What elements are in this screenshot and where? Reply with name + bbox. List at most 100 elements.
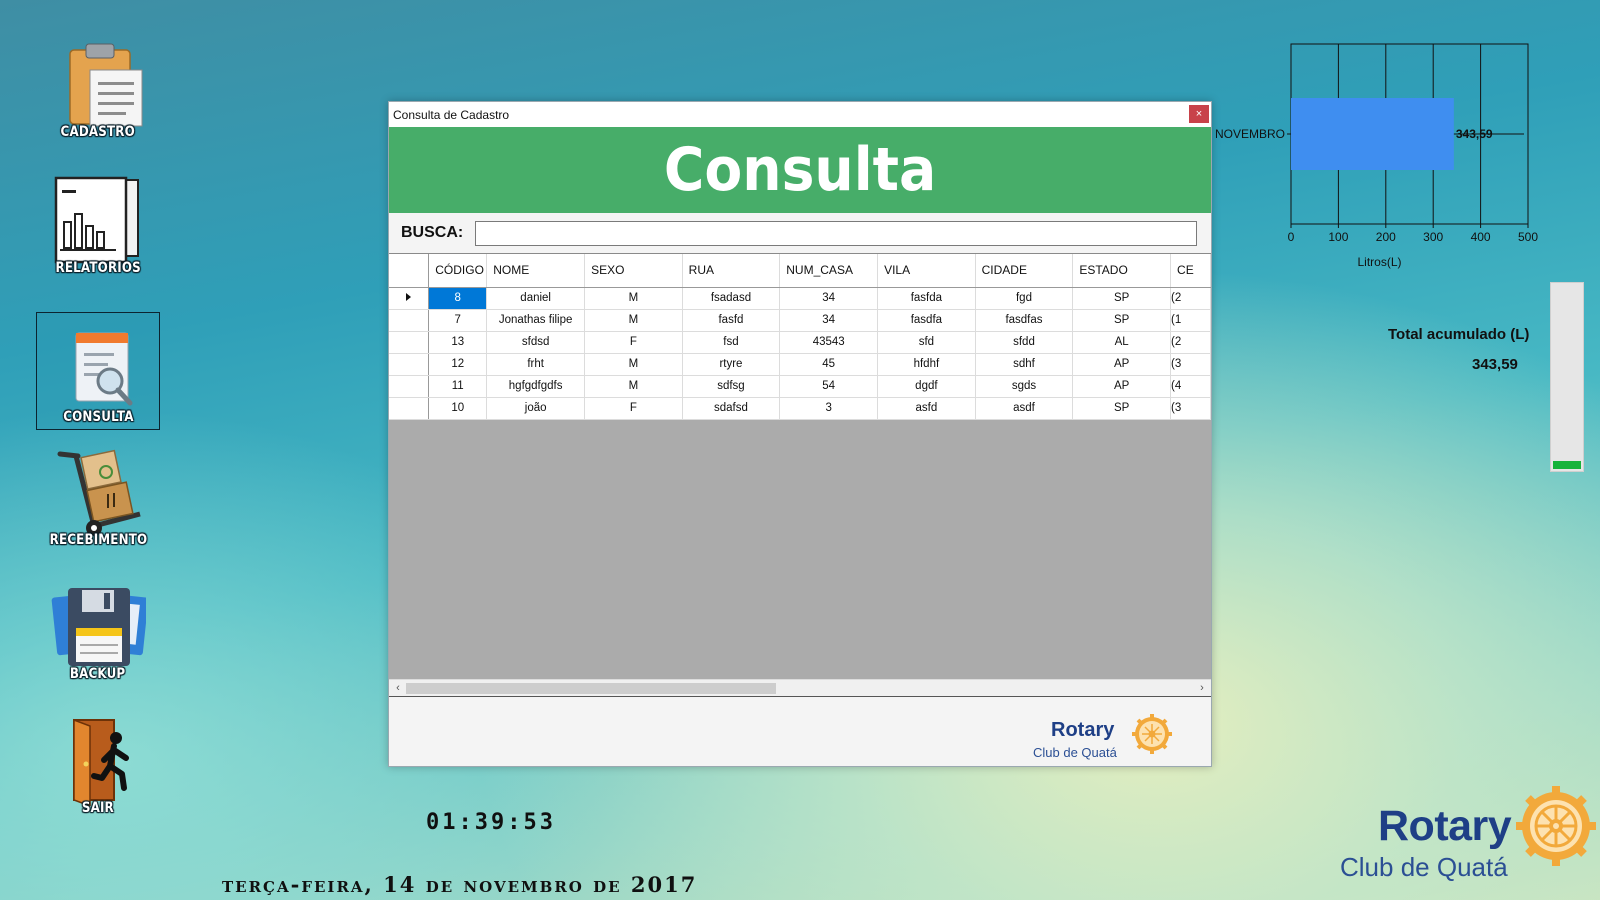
- current-row-arrow-icon: [406, 293, 412, 301]
- launcher-relatorios[interactable]: RELATORIOS: [36, 176, 160, 294]
- table-cell[interactable]: 12: [428, 353, 488, 376]
- launcher-sair[interactable]: SAiR: [36, 716, 160, 834]
- row-selector[interactable]: [389, 287, 430, 310]
- table-cell[interactable]: daniel: [486, 287, 586, 310]
- launcher-cadastro[interactable]: CADASTRO: [36, 40, 160, 158]
- table-cell[interactable]: Jonathas filipe: [486, 309, 586, 332]
- table-cell[interactable]: sdafsd: [682, 397, 781, 420]
- table-cell[interactable]: sfdsd: [486, 331, 586, 354]
- window-titlebar[interactable]: Consulta de Cadastro ×: [389, 102, 1211, 127]
- data-label: 343,59: [1456, 127, 1493, 141]
- row-header-corner: [389, 254, 430, 288]
- table-cell[interactable]: fsd: [682, 331, 781, 354]
- hand-truck-icon: [57, 449, 141, 536]
- table-cell[interactable]: M: [584, 353, 683, 376]
- table-cell[interactable]: SP: [1072, 287, 1172, 310]
- table-cell[interactable]: dgdf: [877, 375, 976, 398]
- column-header[interactable]: CIDADE: [975, 254, 1074, 288]
- table-row[interactable]: 10 joão Fsdafsd 3 asfd asdf SP (3: [389, 397, 1211, 420]
- table-cell[interactable]: 3: [779, 397, 879, 420]
- footer-rotary-name: Rotary: [1051, 719, 1115, 741]
- table-cell[interactable]: (3: [1170, 397, 1211, 420]
- table-cell[interactable]: asfd: [877, 397, 976, 420]
- table-cell[interactable]: hfdhf: [877, 353, 976, 376]
- row-selector[interactable]: [389, 375, 430, 398]
- table-cell[interactable]: 13: [428, 331, 488, 354]
- table-cell[interactable]: 45: [779, 353, 879, 376]
- horizontal-scrollbar[interactable]: ‹ ›: [389, 679, 1211, 696]
- report-chart-icon: [54, 176, 139, 264]
- table-cell[interactable]: sdfsg: [682, 375, 781, 398]
- results-grid[interactable]: CÓDIGO NOME SEXO RUA NUM_CASA VILA CIDADE ESTAD…: [389, 253, 1211, 679]
- table-cell[interactable]: M: [584, 375, 683, 398]
- table-cell[interactable]: sfd: [877, 331, 976, 354]
- table-row[interactable]: 8 daniel Mfsadasd 34 fasfda fgd SP (2: [389, 287, 1211, 310]
- row-selector[interactable]: [389, 353, 430, 376]
- launcher-recebimento[interactable]: RECEBIMENTO: [36, 448, 160, 566]
- table-cell[interactable]: 43543: [779, 331, 879, 354]
- column-header[interactable]: VILA: [877, 254, 976, 288]
- table-cell[interactable]: M: [584, 309, 683, 332]
- column-header[interactable]: CE: [1170, 254, 1211, 288]
- search-row: BUSCA:: [389, 213, 1211, 253]
- table-cell[interactable]: SP: [1072, 309, 1172, 332]
- table-cell[interactable]: 8: [428, 287, 488, 310]
- table-cell[interactable]: AP: [1072, 353, 1172, 376]
- table-cell[interactable]: sfdd: [975, 331, 1074, 354]
- table-row[interactable]: 12 frht Mrtyre 45 hfdhf sdhf AP (3: [389, 353, 1211, 376]
- table-cell[interactable]: fasfda: [877, 287, 976, 310]
- table-cell[interactable]: fasdfa: [877, 309, 976, 332]
- table-cell[interactable]: 10: [428, 397, 488, 420]
- table-cell[interactable]: fgd: [975, 287, 1074, 310]
- close-button[interactable]: ×: [1189, 105, 1209, 123]
- table-cell[interactable]: fasfd: [682, 309, 781, 332]
- table-cell[interactable]: AL: [1072, 331, 1172, 354]
- column-header[interactable]: CÓDIGO: [428, 254, 488, 288]
- row-selector[interactable]: [389, 309, 430, 332]
- table-cell[interactable]: (4: [1170, 375, 1211, 398]
- launcher-consulta[interactable]: CONSULTA: [36, 312, 160, 430]
- table-row[interactable]: 11 hgfgdfgdfs Msdfsg 54 dgdf sgds AP (4: [389, 375, 1211, 398]
- table-cell[interactable]: fasdfas: [975, 309, 1074, 332]
- table-cell[interactable]: 34: [779, 287, 879, 310]
- column-header[interactable]: NOME: [486, 254, 586, 288]
- column-header[interactable]: NUM_CASA: [779, 254, 879, 288]
- scroll-left-icon[interactable]: ‹: [391, 681, 405, 695]
- table-cell[interactable]: F: [584, 331, 683, 354]
- table-cell[interactable]: frht: [486, 353, 586, 376]
- x-tick-label: 0: [1288, 230, 1295, 244]
- table-cell[interactable]: 7: [428, 309, 488, 332]
- table-cell[interactable]: (2: [1170, 287, 1211, 310]
- table-row[interactable]: 13 sfdsd Ffsd 43543 sfd sfdd AL (2: [389, 331, 1211, 354]
- table-cell[interactable]: sgds: [975, 375, 1074, 398]
- table-cell[interactable]: (3: [1170, 353, 1211, 376]
- table-cell[interactable]: (1: [1170, 309, 1211, 332]
- table-cell[interactable]: SP: [1072, 397, 1172, 420]
- table-cell[interactable]: sdhf: [975, 353, 1074, 376]
- results-table: CÓDIGO NOME SEXO RUA NUM_CASA VILA CIDADE ESTAD…: [389, 254, 1211, 420]
- search-input[interactable]: [475, 220, 1198, 246]
- table-cell[interactable]: F: [584, 397, 683, 420]
- clock: 01:39:53: [426, 810, 556, 835]
- column-header[interactable]: RUA: [682, 254, 781, 288]
- column-header[interactable]: SEXO: [584, 254, 683, 288]
- table-cell[interactable]: joão: [486, 397, 586, 420]
- table-cell[interactable]: asdf: [975, 397, 1074, 420]
- table-cell[interactable]: 11: [428, 375, 488, 398]
- table-cell[interactable]: hgfgdfgdfs: [486, 375, 586, 398]
- table-cell[interactable]: (2: [1170, 331, 1211, 354]
- column-header[interactable]: ESTADO: [1072, 254, 1172, 288]
- row-selector[interactable]: [389, 397, 430, 420]
- scroll-right-icon[interactable]: ›: [1195, 681, 1209, 695]
- footer-rotary-logo: Rotary Club de Quatá: [1033, 705, 1197, 761]
- table-cell[interactable]: M: [584, 287, 683, 310]
- scrollbar-thumb[interactable]: [406, 683, 776, 694]
- table-cell[interactable]: 34: [779, 309, 879, 332]
- launcher-backup[interactable]: BACKUP: [36, 582, 160, 700]
- table-cell[interactable]: AP: [1072, 375, 1172, 398]
- table-cell[interactable]: fsadasd: [682, 287, 781, 310]
- table-cell[interactable]: rtyre: [682, 353, 781, 376]
- row-selector[interactable]: [389, 331, 430, 354]
- table-row[interactable]: 7 Jonathas filipe Mfasfd 34 fasdfa fasdfas SP(…: [389, 309, 1211, 332]
- table-cell[interactable]: 54: [779, 375, 879, 398]
